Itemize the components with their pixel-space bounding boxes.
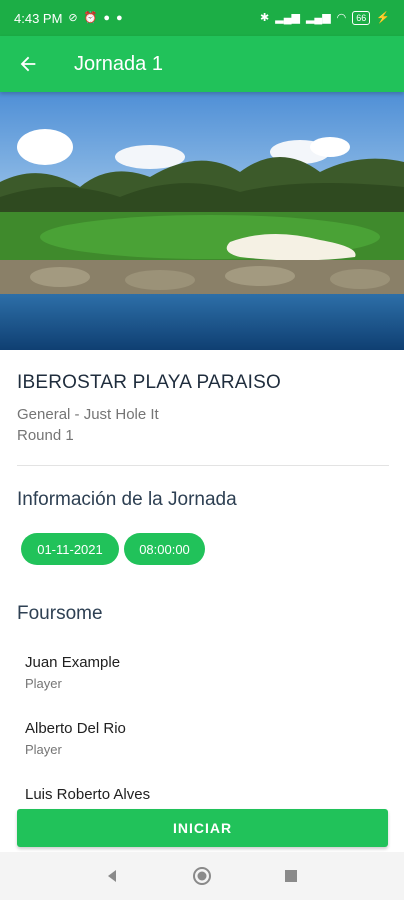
player-role: Player [25, 742, 62, 757]
nav-recents-icon [285, 870, 297, 882]
back-arrow-icon [20, 56, 36, 72]
nav-home-icon [193, 867, 211, 885]
nav-home-button[interactable] [178, 852, 226, 900]
course-name: IBEROSTAR PLAYA PARAISO [17, 372, 281, 393]
course-image [0, 92, 404, 350]
player-name: Juan Example [25, 654, 121, 671]
info-section-title: Información de la Jornada [17, 489, 237, 510]
divider [17, 465, 389, 466]
nav-recents-button[interactable] [267, 852, 315, 900]
notification-icon-2: ● [116, 11, 123, 24]
status-bar: 4:43 PM ⊘ ⏰ ● ● ✱ ▂▄▆ ▂▄▆ ◠ 66 ⚡ [0, 0, 404, 36]
no-disturb-icon: ⊘ [68, 11, 78, 24]
nav-back-icon [108, 870, 116, 882]
bluetooth-icon: ✱ [260, 11, 270, 24]
alarm-icon: ⏰ [83, 11, 98, 24]
battery-icon: 66 [352, 11, 371, 25]
back-button[interactable] [0, 36, 56, 92]
signal-icon: ▂▄▆ [275, 11, 300, 24]
player-name: Luis Roberto Alves [25, 786, 151, 803]
foursome-section-title: Foursome [17, 603, 103, 624]
page-title: Jornada 1 [74, 52, 163, 75]
time-chip: 08:00:00 [124, 533, 205, 565]
signal-icon-2: ▂▄▆ [305, 11, 331, 24]
charging-icon: ⚡ [376, 11, 390, 24]
system-nav-bar [0, 852, 404, 900]
status-time: 4:43 PM [14, 10, 63, 26]
app-bar: Jornada 1 [0, 36, 404, 92]
date-chip: 01-11-2021 [21, 533, 119, 565]
nav-back-button[interactable] [88, 852, 136, 900]
round-label: Round 1 [17, 427, 74, 444]
course-subtitle: General - Just Hole It [17, 406, 159, 423]
player-name: Alberto Del Rio [25, 720, 126, 737]
notification-icon: ● [103, 11, 110, 24]
start-button[interactable]: INICIAR [17, 809, 388, 847]
player-role: Player [25, 676, 62, 691]
wifi-icon: ◠ [336, 11, 347, 24]
